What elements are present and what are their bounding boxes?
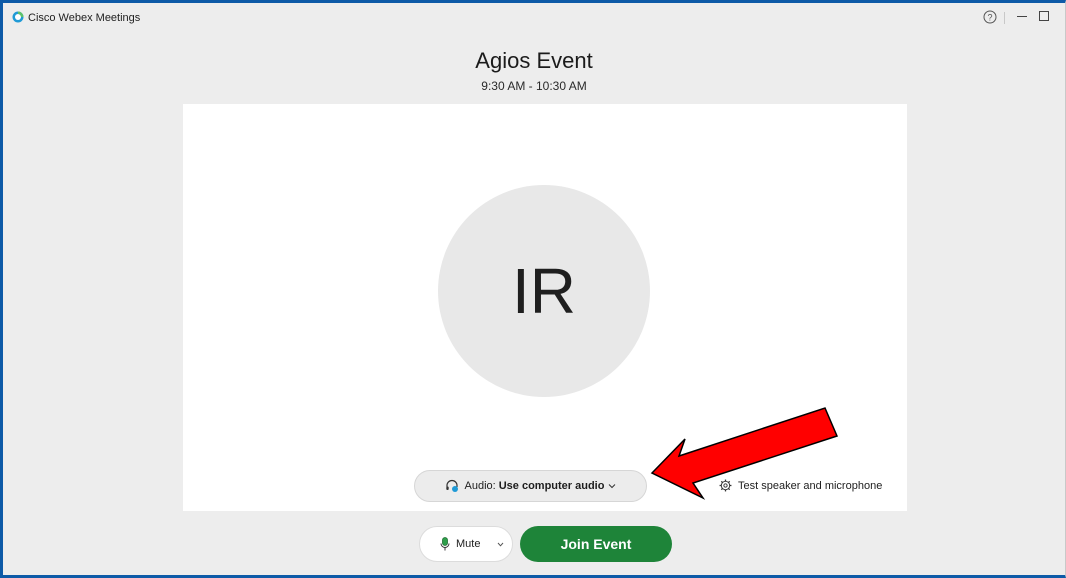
mute-label: Mute [456, 538, 481, 550]
avatar: IR [438, 185, 650, 397]
audio-value: Use computer audio [498, 480, 605, 492]
event-time: 9:30 AM - 10:30 AM [481, 79, 587, 93]
webex-logo-icon [12, 11, 24, 23]
maximize-icon[interactable] [1039, 11, 1049, 21]
test-audio-label: Test speaker and microphone [738, 479, 883, 492]
chevron-down-icon[interactable] [497, 542, 504, 547]
title-bar-separator [1004, 12, 1005, 24]
gear-icon [719, 479, 732, 492]
video-preview-panel: IR Audio: Use computer audio Test speake… [183, 104, 907, 511]
join-event-button[interactable]: Join Event [520, 526, 672, 562]
chevron-down-icon [609, 484, 616, 489]
app-title: Cisco Webex Meetings [28, 12, 141, 24]
headset-icon [445, 479, 458, 492]
microphone-icon [440, 537, 450, 551]
test-speaker-microphone-button[interactable]: Test speaker and microphone [719, 479, 882, 492]
audio-label: Audio: [464, 480, 496, 492]
event-title: Agios Event [475, 48, 593, 73]
title-bar: Cisco Webex Meetings ? [3, 3, 1065, 33]
mute-button[interactable]: Mute [419, 526, 513, 562]
help-icon[interactable]: ? [983, 10, 997, 24]
webex-window: Cisco Webex Meetings ? Agios Event 9:30 … [0, 0, 1066, 578]
svg-text:?: ? [987, 13, 992, 23]
minimize-icon[interactable] [1017, 16, 1027, 17]
audio-connection-dropdown[interactable]: Audio: Use computer audio [414, 470, 647, 502]
